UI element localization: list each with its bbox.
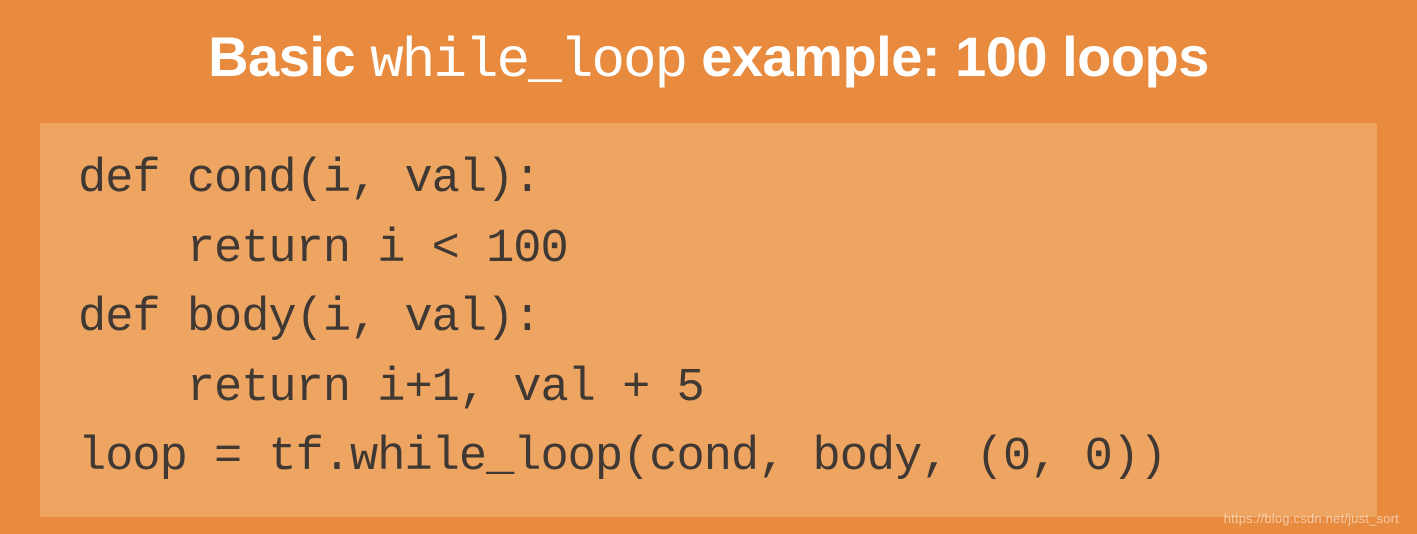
slide-title: Basic while_loop example: 100 loops	[40, 24, 1377, 93]
code-block: def cond(i, val): return i < 100 def bod…	[40, 123, 1377, 517]
title-part1: Basic	[208, 25, 370, 88]
title-mono: while_loop	[370, 29, 686, 93]
watermark: https://blog.csdn.net/just_sort	[1224, 511, 1399, 526]
slide: Basic while_loop example: 100 loops def …	[0, 0, 1417, 534]
title-part2: example: 100 loops	[686, 25, 1209, 88]
code-content: def cond(i, val): return i < 100 def bod…	[78, 145, 1339, 493]
